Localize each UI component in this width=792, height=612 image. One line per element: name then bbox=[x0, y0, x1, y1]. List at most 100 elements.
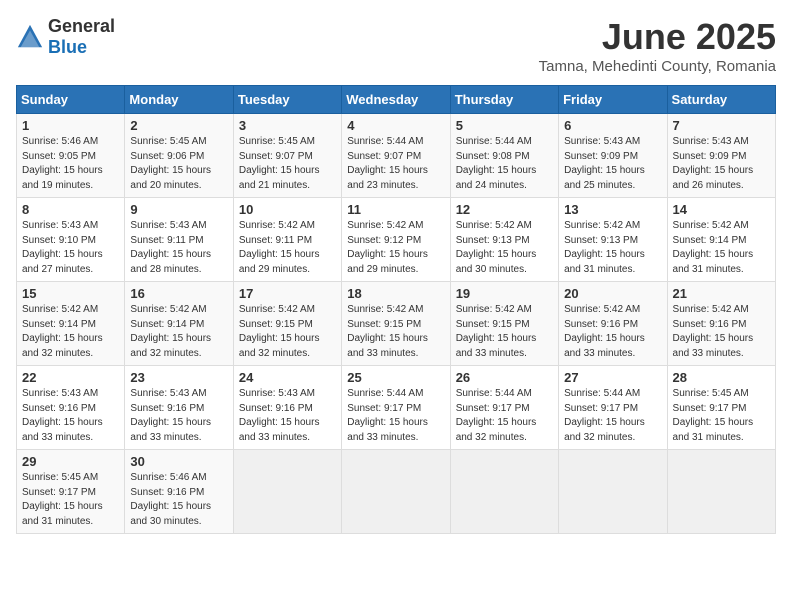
day-number: 30 bbox=[130, 454, 227, 469]
day-number: 18 bbox=[347, 286, 444, 301]
calendar-header: Sunday Monday Tuesday Wednesday Thursday… bbox=[17, 86, 776, 114]
day-info: Sunrise: 5:42 AMSunset: 9:15 PMDaylight:… bbox=[347, 303, 444, 361]
day-number: 5 bbox=[456, 118, 553, 133]
day-number: 8 bbox=[22, 202, 119, 217]
day-number: 27 bbox=[564, 370, 661, 385]
day-number: 9 bbox=[130, 202, 227, 217]
calendar-cell: 2 Sunrise: 5:45 AMSunset: 9:06 PMDaylight… bbox=[125, 114, 233, 198]
calendar-cell: 20 Sunrise: 5:42 AMSunset: 9:16 PMDayligh… bbox=[559, 282, 667, 366]
calendar-body: 1 Sunrise: 5:46 AMSunset: 9:05 PMDaylight… bbox=[17, 114, 776, 534]
calendar-cell bbox=[233, 450, 341, 534]
logo: General Blue bbox=[16, 16, 115, 58]
day-number: 23 bbox=[130, 370, 227, 385]
header-wednesday: Wednesday bbox=[342, 86, 450, 114]
day-info: Sunrise: 5:45 AMSunset: 9:17 PMDaylight:… bbox=[22, 471, 119, 529]
day-info: Sunrise: 5:43 AMSunset: 9:10 PMDaylight:… bbox=[22, 219, 119, 277]
calendar-cell: 11 Sunrise: 5:42 AMSunset: 9:12 PMDayligh… bbox=[342, 198, 450, 282]
day-number: 11 bbox=[347, 202, 444, 217]
day-info: Sunrise: 5:43 AMSunset: 9:16 PMDaylight:… bbox=[239, 387, 336, 445]
calendar-cell: 12 Sunrise: 5:42 AMSunset: 9:13 PMDayligh… bbox=[450, 198, 558, 282]
day-info: Sunrise: 5:42 AMSunset: 9:13 PMDaylight:… bbox=[456, 219, 553, 277]
day-info: Sunrise: 5:45 AMSunset: 9:07 PMDaylight:… bbox=[239, 135, 336, 193]
day-number: 24 bbox=[239, 370, 336, 385]
day-number: 17 bbox=[239, 286, 336, 301]
calendar-cell: 10 Sunrise: 5:42 AMSunset: 9:11 PMDayligh… bbox=[233, 198, 341, 282]
day-info: Sunrise: 5:42 AMSunset: 9:16 PMDaylight:… bbox=[564, 303, 661, 361]
day-info: Sunrise: 5:44 AMSunset: 9:08 PMDaylight:… bbox=[456, 135, 553, 193]
day-number: 10 bbox=[239, 202, 336, 217]
header-friday: Friday bbox=[559, 86, 667, 114]
day-number: 28 bbox=[673, 370, 770, 385]
day-number: 29 bbox=[22, 454, 119, 469]
header-monday: Monday bbox=[125, 86, 233, 114]
header-tuesday: Tuesday bbox=[233, 86, 341, 114]
calendar-cell: 27Sunrise: 5:44 AMSunset: 9:17 PMDayligh… bbox=[559, 366, 667, 450]
calendar-cell: 15 Sunrise: 5:42 AMSunset: 9:14 PMDayligh… bbox=[17, 282, 125, 366]
day-number: 15 bbox=[22, 286, 119, 301]
logo-general: General bbox=[48, 16, 115, 36]
day-number: 20 bbox=[564, 286, 661, 301]
day-number: 4 bbox=[347, 118, 444, 133]
calendar-cell bbox=[559, 450, 667, 534]
day-info: Sunrise: 5:44 AMSunset: 9:17 PMDaylight:… bbox=[347, 387, 444, 445]
day-info: Sunrise: 5:42 AMSunset: 9:11 PMDaylight:… bbox=[239, 219, 336, 277]
calendar-cell: 5 Sunrise: 5:44 AMSunset: 9:08 PMDaylight… bbox=[450, 114, 558, 198]
day-info: Sunrise: 5:46 AMSunset: 9:16 PMDaylight:… bbox=[130, 471, 227, 529]
day-number: 25 bbox=[347, 370, 444, 385]
day-number: 2 bbox=[130, 118, 227, 133]
calendar-cell bbox=[342, 450, 450, 534]
day-info: Sunrise: 5:44 AMSunset: 9:17 PMDaylight:… bbox=[456, 387, 553, 445]
calendar-cell: 1 Sunrise: 5:46 AMSunset: 9:05 PMDaylight… bbox=[17, 114, 125, 198]
day-info: Sunrise: 5:42 AMSunset: 9:12 PMDaylight:… bbox=[347, 219, 444, 277]
day-info: Sunrise: 5:42 AMSunset: 9:14 PMDaylight:… bbox=[673, 219, 770, 277]
calendar-cell: 4Sunrise: 5:44 AMSunset: 9:07 PMDaylight… bbox=[342, 114, 450, 198]
calendar-cell: 29 Sunrise: 5:45 AMSunset: 9:17 PMDayligh… bbox=[17, 450, 125, 534]
calendar-cell: 13Sunrise: 5:42 AMSunset: 9:13 PMDayligh… bbox=[559, 198, 667, 282]
calendar-cell bbox=[667, 450, 775, 534]
calendar-cell: 7 Sunrise: 5:43 AMSunset: 9:09 PMDaylight… bbox=[667, 114, 775, 198]
calendar-cell: 21Sunrise: 5:42 AMSunset: 9:16 PMDayligh… bbox=[667, 282, 775, 366]
calendar-cell bbox=[450, 450, 558, 534]
day-info: Sunrise: 5:45 AMSunset: 9:17 PMDaylight:… bbox=[673, 387, 770, 445]
calendar-table: Sunday Monday Tuesday Wednesday Thursday… bbox=[16, 85, 776, 534]
calendar-cell: 9 Sunrise: 5:43 AMSunset: 9:11 PMDaylight… bbox=[125, 198, 233, 282]
day-info: Sunrise: 5:43 AMSunset: 9:11 PMDaylight:… bbox=[130, 219, 227, 277]
day-number: 13 bbox=[564, 202, 661, 217]
day-info: Sunrise: 5:46 AMSunset: 9:05 PMDaylight:… bbox=[22, 135, 119, 193]
day-info: Sunrise: 5:42 AMSunset: 9:16 PMDaylight:… bbox=[673, 303, 770, 361]
calendar-cell: 23 Sunrise: 5:43 AMSunset: 9:16 PMDayligh… bbox=[125, 366, 233, 450]
day-number: 22 bbox=[22, 370, 119, 385]
day-number: 26 bbox=[456, 370, 553, 385]
calendar-cell: 25 Sunrise: 5:44 AMSunset: 9:17 PMDayligh… bbox=[342, 366, 450, 450]
calendar-cell: 8 Sunrise: 5:43 AMSunset: 9:10 PMDaylight… bbox=[17, 198, 125, 282]
subtitle: Tamna, Mehedinti County, Romania bbox=[539, 58, 776, 75]
calendar-cell: 14 Sunrise: 5:42 AMSunset: 9:14 PMDayligh… bbox=[667, 198, 775, 282]
calendar-cell: 6Sunrise: 5:43 AMSunset: 9:09 PMDaylight… bbox=[559, 114, 667, 198]
day-number: 14 bbox=[673, 202, 770, 217]
calendar-cell: 18 Sunrise: 5:42 AMSunset: 9:15 PMDayligh… bbox=[342, 282, 450, 366]
day-info: Sunrise: 5:42 AMSunset: 9:14 PMDaylight:… bbox=[22, 303, 119, 361]
header: General Blue June 2025 Tamna, Mehedinti … bbox=[16, 16, 776, 75]
day-number: 7 bbox=[673, 118, 770, 133]
day-number: 3 bbox=[239, 118, 336, 133]
calendar-cell: 3 Sunrise: 5:45 AMSunset: 9:07 PMDaylight… bbox=[233, 114, 341, 198]
day-info: Sunrise: 5:42 AMSunset: 9:14 PMDaylight:… bbox=[130, 303, 227, 361]
day-number: 1 bbox=[22, 118, 119, 133]
header-saturday: Saturday bbox=[667, 86, 775, 114]
day-info: Sunrise: 5:43 AMSunset: 9:09 PMDaylight:… bbox=[673, 135, 770, 193]
day-number: 16 bbox=[130, 286, 227, 301]
day-info: Sunrise: 5:43 AMSunset: 9:16 PMDaylight:… bbox=[130, 387, 227, 445]
calendar-cell: 16 Sunrise: 5:42 AMSunset: 9:14 PMDayligh… bbox=[125, 282, 233, 366]
calendar-cell: 28 Sunrise: 5:45 AMSunset: 9:17 PMDayligh… bbox=[667, 366, 775, 450]
day-number: 12 bbox=[456, 202, 553, 217]
day-info: Sunrise: 5:42 AMSunset: 9:15 PMDaylight:… bbox=[456, 303, 553, 361]
day-number: 6 bbox=[564, 118, 661, 133]
logo-blue: Blue bbox=[48, 37, 87, 57]
calendar-cell: 26 Sunrise: 5:44 AMSunset: 9:17 PMDayligh… bbox=[450, 366, 558, 450]
day-number: 19 bbox=[456, 286, 553, 301]
day-info: Sunrise: 5:43 AMSunset: 9:16 PMDaylight:… bbox=[22, 387, 119, 445]
day-info: Sunrise: 5:45 AMSunset: 9:06 PMDaylight:… bbox=[130, 135, 227, 193]
header-thursday: Thursday bbox=[450, 86, 558, 114]
calendar-cell: 19 Sunrise: 5:42 AMSunset: 9:15 PMDayligh… bbox=[450, 282, 558, 366]
main-title: June 2025 bbox=[539, 16, 776, 58]
